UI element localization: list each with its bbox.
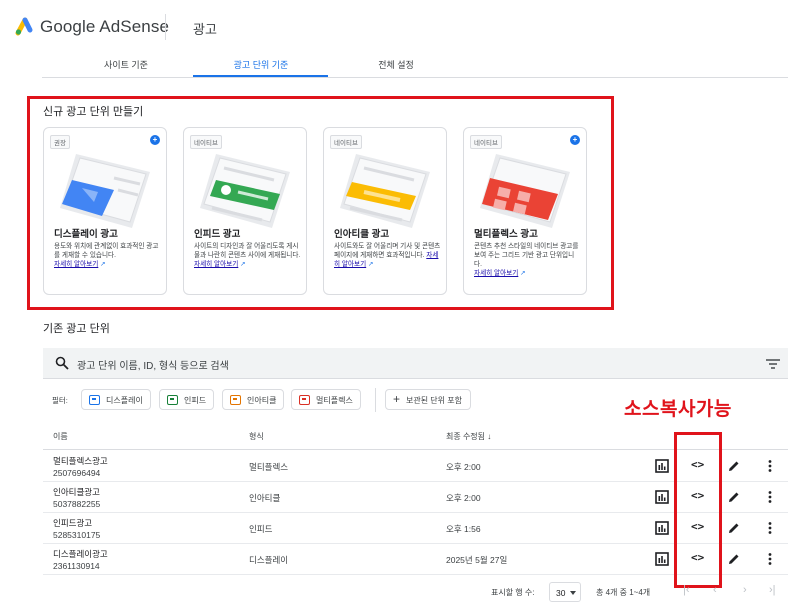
column-header-type[interactable]: 형식 — [249, 431, 264, 442]
filter-list-icon[interactable] — [766, 358, 780, 370]
rows-per-page-value: 30 — [556, 588, 566, 598]
column-header-name[interactable]: 이름 — [53, 431, 68, 442]
last-page-icon[interactable]: ›| — [769, 584, 776, 596]
edit-icon[interactable] — [727, 490, 741, 504]
filter-chip-multiplex[interactable]: 멀티플렉스 — [291, 389, 361, 410]
adsense-logo-icon[interactable] — [14, 16, 34, 36]
filter-chip-label: 멀티플렉스 — [316, 396, 353, 405]
filter-chip-label: 디스플레이 — [106, 396, 143, 405]
ad-unit-name[interactable]: 인피드광고 — [53, 518, 92, 528]
edit-icon[interactable] — [727, 521, 741, 535]
edit-icon[interactable] — [727, 459, 741, 473]
bar-chart-icon[interactable] — [655, 552, 669, 566]
ad-unit-name-cell: 인피드광고 5285310175 — [53, 517, 100, 541]
bar-chart-icon[interactable] — [655, 490, 669, 504]
search-bar[interactable]: 광고 단위 이름, ID, 형식 등으로 검색 — [43, 348, 788, 379]
ad-unit-type: 인피드 — [249, 524, 273, 534]
ad-unit-name-cell: 인아티클광고 5037882255 — [53, 486, 100, 510]
ad-unit-updated: 2025년 5월 27일 — [446, 555, 508, 565]
filter-label: 필터: — [52, 396, 68, 405]
existing-ad-units-title: 기존 광고 단위 — [43, 323, 110, 335]
bar-chart-icon[interactable] — [655, 459, 669, 473]
column-header-updated[interactable]: 최종 수정됨 ↓ — [446, 431, 491, 442]
search-input[interactable]: 광고 단위 이름, ID, 형식 등으로 검색 — [77, 357, 229, 372]
multiplex-type-icon — [299, 395, 310, 405]
infeed-type-icon — [167, 395, 178, 405]
rows-per-page-select[interactable]: 30 — [549, 582, 581, 602]
filter-divider — [375, 388, 376, 412]
ad-unit-updated: 오후 1:56 — [446, 524, 481, 534]
ad-unit-name-cell: 멀티플렉스광고 2507696494 — [53, 455, 108, 479]
ad-unit-id: 5285310175 — [53, 530, 101, 540]
tab-bar: 사이트 기준 광고 단위 기준 전체 설정 — [42, 52, 788, 78]
prev-page-icon[interactable]: ‹ — [713, 584, 717, 596]
ad-unit-type: 멀티플렉스 — [249, 462, 289, 472]
ad-unit-id: 2361130914 — [53, 561, 100, 571]
inarticle-type-icon — [230, 395, 241, 405]
search-icon — [55, 356, 69, 370]
archived-chip-label: 보관된 단위 포함 — [406, 396, 462, 405]
ad-unit-type: 인아티클 — [249, 493, 281, 503]
edit-icon[interactable] — [727, 552, 741, 566]
page-range: 총 4개 중 1~4개 — [596, 588, 651, 597]
ad-unit-id: 5037882255 — [53, 499, 101, 509]
ad-unit-name-cell: 디스플레이광고 2361130914 — [53, 548, 108, 572]
highlight-box-code-column — [674, 432, 722, 588]
ad-unit-type: 디스플레이 — [249, 555, 289, 565]
header-divider — [165, 14, 166, 40]
page-title: 광고 — [193, 22, 217, 37]
pagination: 표시할 행 수: 30 총 4개 중 1~4개 |‹ ‹ › ›| — [43, 578, 788, 606]
filter-chip-display[interactable]: 디스플레이 — [81, 389, 151, 410]
filter-chip-label: 인아티클 — [247, 396, 277, 405]
active-tab-indicator — [193, 75, 328, 77]
tab-by-ad-unit[interactable]: 광고 단위 기준 — [193, 58, 329, 71]
more-vert-icon[interactable] — [763, 459, 777, 473]
display-type-icon — [89, 395, 100, 405]
filter-chip-label: 인피드 — [184, 396, 207, 405]
dropdown-caret-icon — [570, 591, 576, 595]
filter-chip-inarticle[interactable]: 인아티클 — [222, 389, 285, 410]
more-vert-icon[interactable] — [763, 521, 777, 535]
ad-unit-name[interactable]: 멀티플렉스광고 — [53, 456, 108, 466]
highlight-box-new-units — [27, 96, 614, 310]
more-vert-icon[interactable] — [763, 552, 777, 566]
copy-note-annotation: 소스복사가능 — [624, 399, 732, 420]
next-page-icon[interactable]: › — [743, 584, 747, 596]
more-vert-icon[interactable] — [763, 490, 777, 504]
ad-unit-updated: 오후 2:00 — [446, 462, 481, 472]
ad-unit-id: 2507696494 — [53, 468, 101, 478]
top-bar: Google AdSense 광고 — [0, 0, 802, 52]
first-page-icon[interactable]: |‹ — [683, 584, 690, 596]
ad-unit-updated: 오후 2:00 — [446, 493, 481, 503]
brand-name[interactable]: Google AdSense — [40, 17, 169, 37]
filter-chip-infeed[interactable]: 인피드 — [159, 389, 215, 410]
bar-chart-icon[interactable] — [655, 521, 669, 535]
tab-global-settings[interactable]: 전체 설정 — [328, 58, 464, 71]
rows-per-page-label: 표시할 행 수: — [491, 588, 535, 597]
tab-by-site[interactable]: 사이트 기준 — [58, 58, 194, 71]
include-archived-chip[interactable]: + 보관된 단위 포함 — [385, 389, 471, 410]
ad-unit-name[interactable]: 인아티클광고 — [53, 487, 100, 497]
add-icon: + — [393, 392, 401, 406]
ad-unit-name[interactable]: 디스플레이광고 — [53, 549, 108, 559]
